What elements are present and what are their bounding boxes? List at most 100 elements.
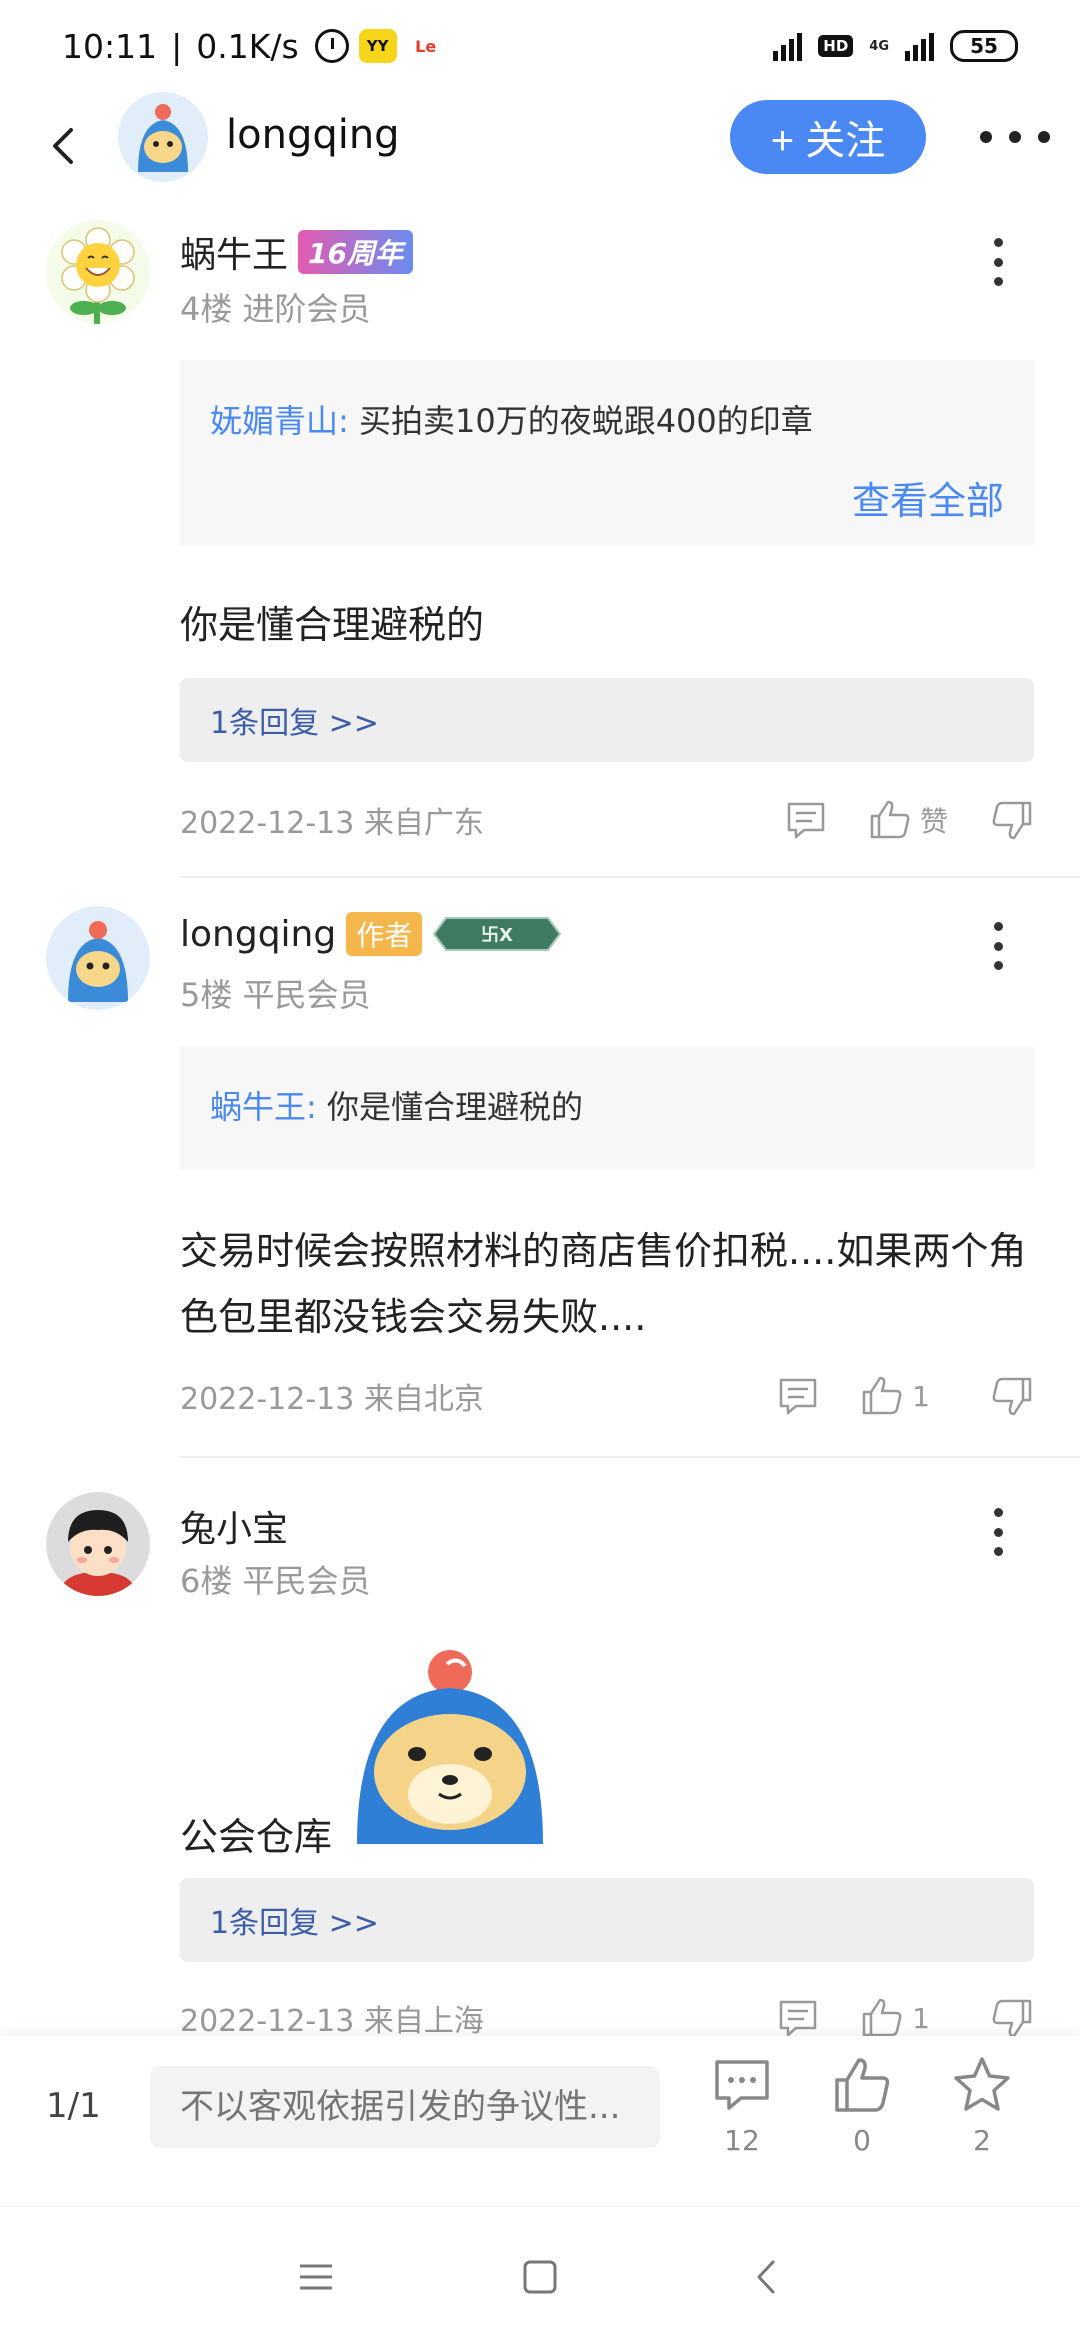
- avatar[interactable]: [46, 1492, 150, 1596]
- avatar-image: [46, 906, 150, 1010]
- kebab-icon-dot: [993, 238, 1003, 247]
- like-count: 1: [912, 1379, 930, 1413]
- username[interactable]: 蜗牛王: [180, 226, 288, 278]
- like-count: 0: [853, 2124, 871, 2157]
- nav-home-button[interactable]: [510, 2247, 570, 2307]
- username[interactable]: longqing: [180, 914, 336, 955]
- status-time: 10:11: [62, 26, 158, 66]
- post-meta: 2022-12-13 来自北京 1: [180, 1366, 1034, 1426]
- avatar[interactable]: [46, 220, 150, 324]
- thumb-down-icon: [992, 1999, 1032, 2036]
- post-divider: [180, 876, 1080, 878]
- like-button[interactable]: 1: [860, 1996, 930, 2036]
- post-content: 交易时候会按照材料的商店售价扣税....如果两个角色包里都没钱会交易失败....: [180, 1229, 1027, 1339]
- quote-author[interactable]: 妩媚青山:: [210, 402, 349, 440]
- floor-info: 4楼 进阶会员: [180, 290, 371, 328]
- signal-icon: [773, 31, 803, 61]
- follow-button[interactable]: + 关注: [730, 100, 926, 174]
- post-menu-button[interactable]: [980, 234, 1016, 290]
- dislike-button[interactable]: [990, 1374, 1034, 1418]
- header-avatar[interactable]: [118, 92, 208, 182]
- kebab-icon-dot: [993, 1508, 1003, 1517]
- post-floor-5: longqing 作者 卐X 5楼 平民会员 蜗牛王: 你是懂合理避税的 交易时…: [0, 880, 1080, 1458]
- menu-icon: [300, 2264, 332, 2290]
- thumb-up-icon: [835, 2058, 890, 2112]
- battery-indicator: 55: [950, 30, 1018, 62]
- emoji-sticker[interactable]: [347, 1644, 553, 1844]
- kebab-icon-dot: [993, 1527, 1003, 1537]
- nav-menu-button[interactable]: [286, 2247, 346, 2307]
- post-content: 公会仓库: [180, 1815, 333, 1859]
- doge-sticker-image: [357, 1650, 543, 1844]
- quote-content: 买拍卖10万的夜蜕跟400的印章: [358, 402, 813, 440]
- post-author[interactable]: longqing 作者 卐X: [180, 912, 562, 956]
- kebab-icon-dot: [993, 941, 1003, 951]
- post-floor-6: 兔小宝 6楼 平民会员 公会仓库 1条回复 >> 2022-12-13 来自上海…: [0, 1458, 1080, 2036]
- post-date-location: 2022-12-13 来自广东: [180, 806, 484, 841]
- more-icon-dot: [1009, 131, 1021, 143]
- thumb-up-icon: [862, 1376, 902, 1415]
- dislike-button[interactable]: [990, 1996, 1034, 2036]
- reply-link[interactable]: 1条回复 >>: [180, 678, 1034, 762]
- status-bar: 10:11 | 0.1K/s YY Le HD 4G 55: [0, 0, 1080, 92]
- quote-content: 你是懂合理避税的: [326, 1088, 583, 1126]
- dislike-button[interactable]: [990, 798, 1034, 842]
- kebab-icon-dot: [993, 961, 1003, 970]
- reply-button[interactable]: [776, 1374, 820, 1418]
- post-author[interactable]: 蜗牛王 16周年: [180, 226, 413, 278]
- post-author[interactable]: 兔小宝: [180, 1500, 288, 1552]
- reply-button[interactable]: [776, 1996, 820, 2036]
- comment-input[interactable]: [150, 2066, 660, 2148]
- quote-author[interactable]: 蜗牛王:: [210, 1088, 317, 1126]
- floor-info: 5楼 平民会员: [180, 976, 371, 1014]
- like-button[interactable]: 赞: [868, 798, 948, 842]
- comment-count: 12: [724, 2124, 760, 2157]
- quote-box[interactable]: 蜗牛王: 你是懂合理避税的: [180, 1046, 1034, 1170]
- page-indicator[interactable]: 1/1: [46, 2086, 101, 2126]
- comment-icon: [779, 1378, 817, 1415]
- comment-icon: [715, 2060, 769, 2110]
- level-badge-text: 卐X: [481, 925, 513, 946]
- post-actions: 1: [776, 1366, 1034, 1426]
- post-actions: 赞: [784, 790, 1034, 850]
- reply-button[interactable]: [784, 798, 828, 842]
- kebab-icon-dot: [993, 277, 1003, 286]
- back-icon: [53, 128, 73, 164]
- nav-back-button[interactable]: [736, 2247, 796, 2307]
- header-username[interactable]: longqing: [226, 112, 400, 158]
- back-button[interactable]: [34, 116, 94, 176]
- like-button[interactable]: 1: [860, 1374, 930, 1418]
- sunflower-avatar-image: [46, 220, 150, 324]
- kebab-icon-dot: [993, 257, 1003, 267]
- signal-icon-2: [905, 31, 934, 61]
- post-meta: 2022-12-13 来自广东 赞: [180, 790, 1034, 850]
- star-icon: [954, 2057, 1010, 2111]
- thumb-down-icon: [992, 1377, 1032, 1416]
- alarm-icon: [314, 29, 349, 63]
- thread-like-button[interactable]: 0: [817, 2054, 907, 2157]
- like-label: 赞: [919, 805, 948, 838]
- avatar[interactable]: [46, 906, 150, 1010]
- view-all-link[interactable]: 查看全部: [852, 470, 1004, 525]
- hd-badge: HD: [818, 35, 854, 57]
- post-menu-button[interactable]: [980, 918, 1016, 974]
- more-button[interactable]: [980, 112, 1050, 162]
- post-meta: 2022-12-13 来自上海 1: [180, 1988, 1034, 2036]
- comment-icon: [787, 802, 825, 839]
- post-content: 你是懂合理避税的: [180, 603, 485, 647]
- status-left: 10:11 | 0.1K/s YY Le: [62, 27, 445, 66]
- more-icon-dot: [980, 131, 992, 143]
- kebab-icon-dot: [993, 922, 1003, 931]
- reply-link[interactable]: 1条回复 >>: [180, 1878, 1034, 1962]
- quote-box[interactable]: 妩媚青山: 买拍卖10万的夜蜕跟400的印章 查看全部: [180, 360, 1034, 546]
- avatar-image: [118, 92, 208, 182]
- header: longqing + 关注: [0, 92, 1080, 204]
- comments-button[interactable]: 12: [697, 2054, 787, 2157]
- favorite-button[interactable]: 2: [937, 2054, 1027, 2157]
- thumb-up-icon: [870, 800, 910, 839]
- username[interactable]: 兔小宝: [180, 1500, 288, 1552]
- system-nav-bar: [0, 2206, 1080, 2340]
- status-speed: 0.1K/s: [196, 26, 299, 66]
- post-date-location: 2022-12-13 来自北京: [180, 1382, 484, 1417]
- post-menu-button[interactable]: [980, 1504, 1016, 1560]
